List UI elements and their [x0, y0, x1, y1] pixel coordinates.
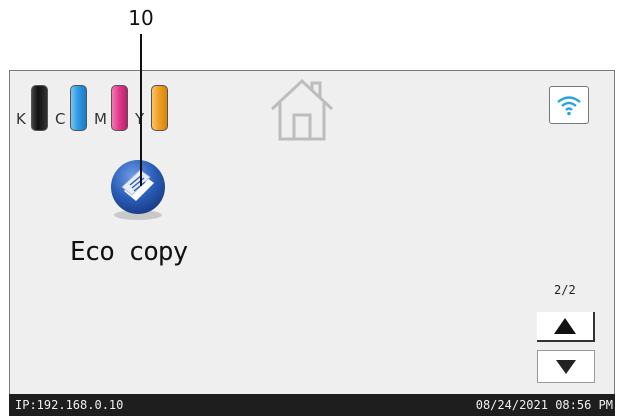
scroll-up-button[interactable]	[537, 312, 595, 342]
eco-copy-button[interactable]	[102, 157, 174, 221]
callout-number: 10	[128, 6, 154, 30]
scroll-down-button[interactable]	[537, 350, 595, 383]
ip-address: IP:192.168.0.10	[15, 398, 124, 412]
wifi-status-button[interactable]	[549, 86, 589, 124]
eco-copy-icon	[111, 160, 165, 220]
ink-letter-c: C	[55, 110, 66, 128]
black-cartridge	[31, 85, 48, 131]
date-time: 08/24/2021 08:56 PM	[475, 398, 613, 412]
printer-home-screen: K C M Y	[9, 70, 615, 416]
arrow-down-icon	[556, 359, 576, 374]
yellow-cartridge	[151, 85, 168, 131]
callout-line	[140, 34, 142, 186]
page-indicator: 2/2	[554, 283, 576, 297]
ink-letter-m: M	[94, 110, 107, 128]
home-icon[interactable]	[268, 77, 336, 145]
cyan-cartridge	[70, 85, 87, 131]
wifi-icon	[557, 96, 581, 116]
arrow-up-icon	[554, 318, 576, 334]
status-bar: IP:192.168.0.10 08/24/2021 08:56 PM	[9, 394, 615, 416]
eco-copy-label: Eco copy	[70, 237, 188, 267]
magenta-cartridge	[111, 85, 128, 131]
ink-letter-k: K	[16, 110, 26, 128]
